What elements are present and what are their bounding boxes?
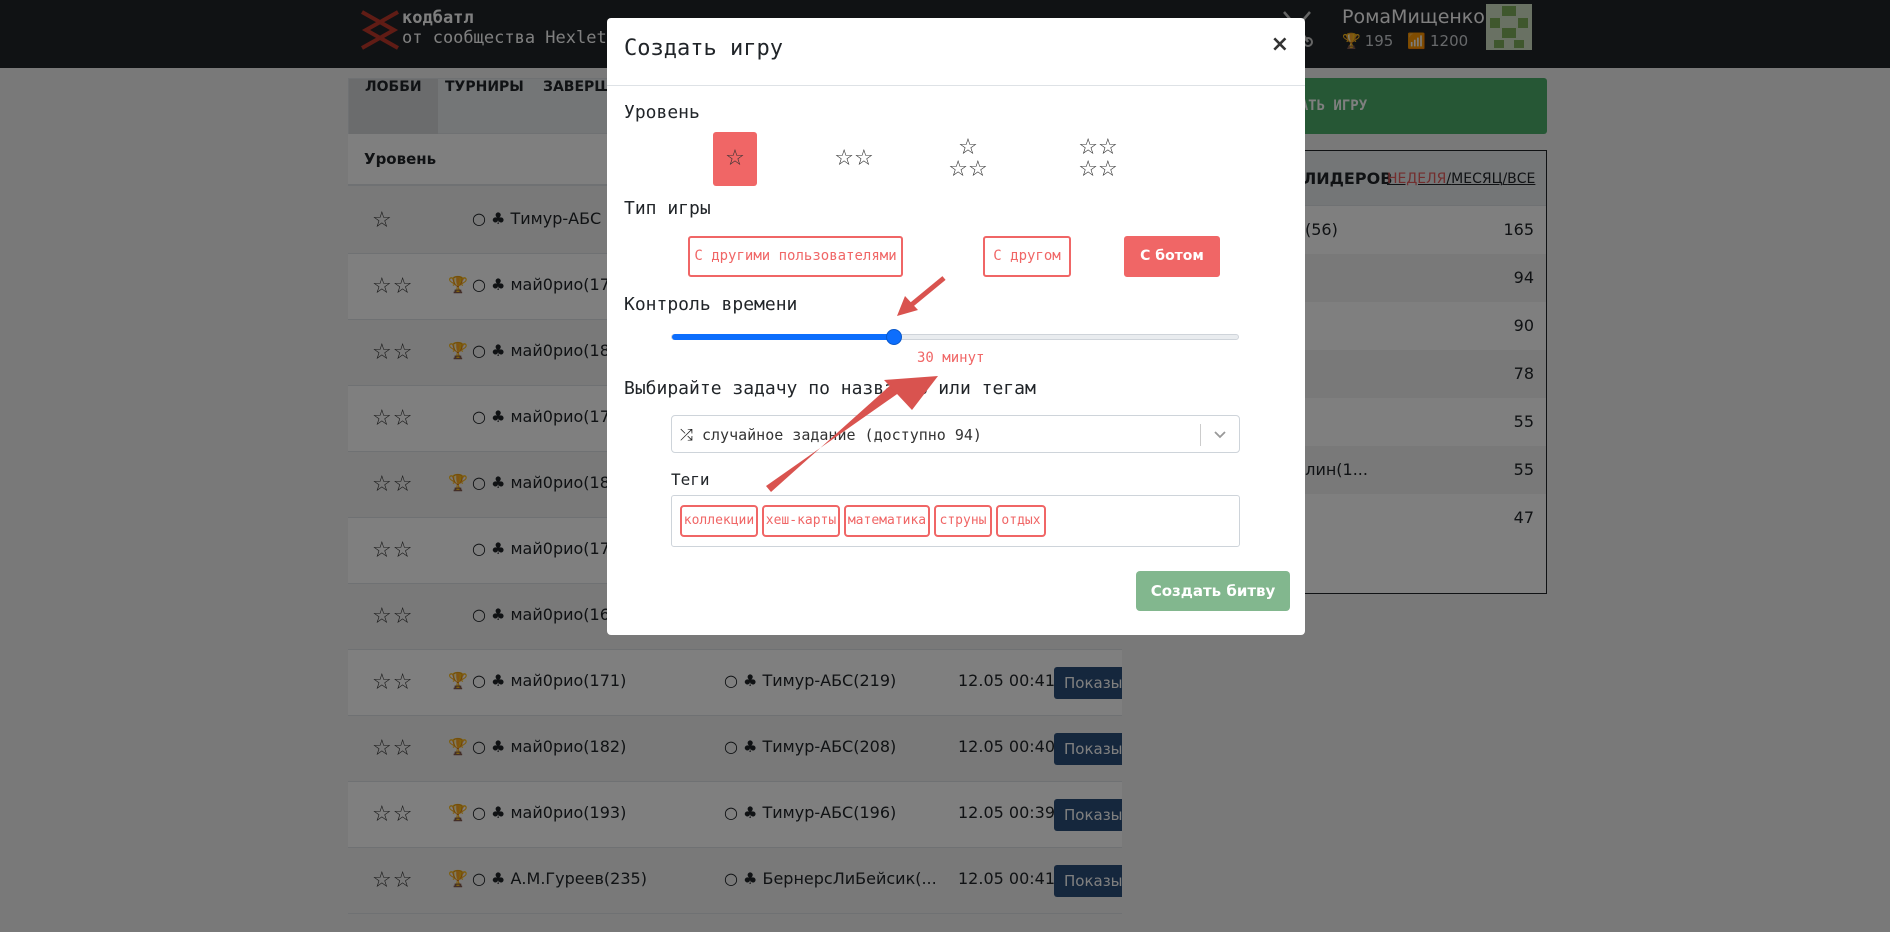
task-select-value: случайное задание (доступно 94) (702, 426, 982, 444)
type-with-bot-button[interactable]: С ботом (1124, 236, 1220, 277)
tag-chip[interactable]: хеш-карты (762, 505, 840, 537)
type-with-friend-button[interactable]: С другом (983, 236, 1071, 277)
level-stars: ☆ (958, 135, 978, 160)
task-select[interactable]: ⤮ случайное задание (доступно 94) (671, 415, 1240, 453)
close-icon[interactable]: × (1271, 32, 1289, 57)
level-stars: ☆☆ (1078, 157, 1118, 182)
task-label: Выбирайте задачу по названию или тегам (624, 378, 1036, 399)
level-option-3[interactable]: ☆ ☆☆ (943, 132, 993, 186)
level-stars: ☆☆ (834, 146, 874, 171)
time-slider-thumb[interactable] (885, 329, 902, 345)
tag-chip[interactable]: коллекции (680, 505, 758, 537)
time-slider-fill (672, 334, 894, 340)
level-stars: ☆☆ (948, 157, 988, 182)
level-stars: ☆☆ (1078, 135, 1118, 160)
level-option-4[interactable]: ☆☆ ☆☆ (1071, 132, 1125, 186)
star-icon: ☆ ☆☆ (948, 137, 987, 181)
tag-chip[interactable]: отдых (996, 505, 1046, 537)
modal-title: Создать игру (624, 36, 783, 61)
tags-label: Теги (671, 470, 710, 489)
star-icon: ☆☆ ☆☆ (1078, 137, 1117, 181)
time-value: 30 минут (917, 350, 985, 366)
create-game-modal: Создать игру × Уровень ☆ ☆☆ ☆ ☆☆ ☆☆ ☆☆ Тип иг… (607, 18, 1305, 635)
time-slider[interactable] (671, 329, 1239, 345)
modal-header: Создать игру × (607, 18, 1305, 86)
level-option-2[interactable]: ☆☆ (831, 132, 877, 186)
level-option-1[interactable]: ☆ (713, 132, 757, 186)
tags-box: коллекции хеш-карты математика струны отдых (671, 495, 1240, 547)
select-separator (1200, 424, 1201, 446)
level-stars: ☆ (725, 146, 745, 171)
level-label: Уровень (624, 102, 700, 123)
tag-chip[interactable]: струны (934, 505, 992, 537)
chevron-down-icon[interactable] (1211, 425, 1229, 443)
tag-chip[interactable]: математика (844, 505, 930, 537)
star-icon: ☆☆ (834, 148, 873, 170)
time-control-label: Контроль времени (624, 294, 798, 315)
game-type-label: Тип игры (624, 198, 711, 219)
create-battle-button[interactable]: Создать битву (1136, 571, 1290, 611)
type-with-users-button[interactable]: С другими пользователями (688, 236, 903, 277)
star-icon: ☆ (725, 148, 745, 170)
shuffle-icon: ⤮ (680, 425, 693, 444)
